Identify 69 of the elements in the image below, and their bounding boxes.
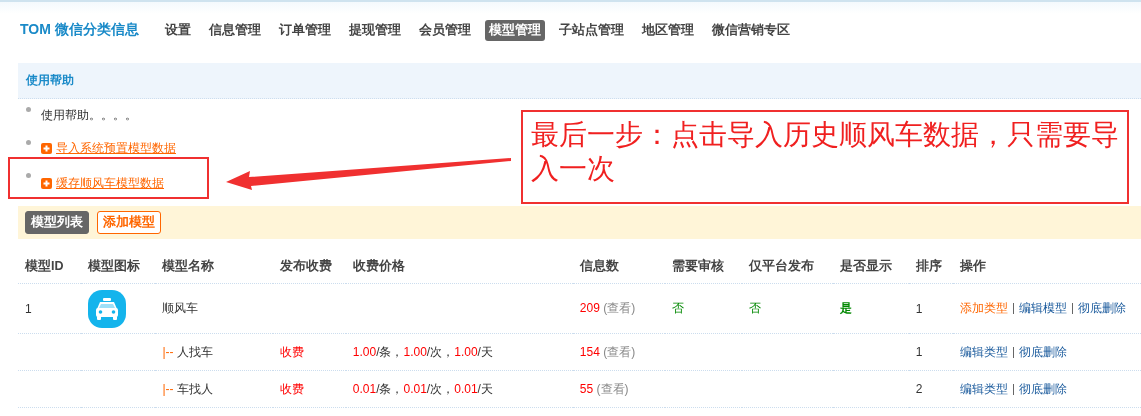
plus-icon: [41, 177, 52, 189]
sort-cell: 2: [915, 382, 923, 396]
view-link[interactable]: (查看): [603, 344, 636, 359]
bullet-icon: [26, 140, 31, 145]
action-link[interactable]: 彻底删除: [1018, 380, 1067, 398]
nav-tab[interactable]: 会员管理: [414, 19, 475, 41]
nav-tab[interactable]: 订单管理: [274, 19, 335, 41]
list-tab[interactable]: 模型列表: [25, 211, 89, 234]
price-unit: /天: [477, 344, 493, 359]
show-cell: 是: [840, 301, 853, 315]
fee-cell: 收费: [279, 381, 304, 396]
sort-cell: 1: [915, 345, 923, 359]
action-link[interactable]: 彻底删除: [1077, 300, 1126, 317]
price-amount: 1.00: [454, 344, 478, 359]
nav-tab[interactable]: 微信营销专区: [707, 19, 794, 41]
count-cell: 55: [579, 381, 594, 396]
platform-cell: 否: [748, 301, 761, 315]
type-name: 车找人: [176, 381, 213, 396]
nav-tab[interactable]: 信息管理: [204, 19, 265, 41]
tree-prefix: |--: [162, 344, 174, 359]
action-link[interactable]: 彻底删除: [1018, 343, 1067, 361]
price-amount: 0.01: [454, 381, 478, 396]
type-name: 人找车: [176, 344, 213, 359]
count-cell: 154: [579, 344, 600, 359]
bullet-icon: [26, 173, 31, 178]
nav-tab[interactable]: 提现管理: [344, 19, 405, 41]
column-header: 是否显示: [833, 249, 909, 284]
column-header: 排序: [908, 249, 953, 284]
column-header: 模型ID: [18, 249, 82, 284]
sort-cell: 1: [915, 301, 923, 316]
price-amount: 1.00: [403, 344, 427, 359]
nav-tab[interactable]: 子站点管理: [554, 19, 628, 41]
fee-cell: 收费: [279, 344, 304, 359]
price-amount: 1.00: [352, 344, 377, 359]
price-unit: /条，: [376, 344, 404, 359]
id-cell: 1: [25, 301, 32, 316]
column-header: 仅平台发布: [741, 249, 834, 284]
price-unit: /天: [477, 381, 493, 396]
action-link[interactable]: 编辑模型: [1018, 300, 1067, 317]
column-header: 需要审核: [665, 249, 742, 284]
annotation-callout: 最后一步：点击导入历史顺风车数据，只需要导入一次: [521, 110, 1129, 204]
app-title: TOM 微信分类信息: [20, 21, 139, 39]
help-text: 使用帮助。。。。: [41, 107, 137, 124]
column-header: 模型图标: [81, 249, 156, 284]
column-header: 信息数: [572, 249, 666, 284]
column-header: 模型名称: [155, 249, 273, 284]
help-panel-header: 使用帮助: [18, 63, 1141, 99]
price-amount: 0.01: [403, 381, 427, 396]
action-link[interactable]: 编辑类型: [959, 343, 1008, 361]
model-name: 顺风车: [162, 301, 199, 315]
view-link[interactable]: (查看): [596, 381, 629, 396]
price-unit: /条，: [376, 381, 404, 396]
nav-tab[interactable]: 模型管理: [484, 19, 545, 41]
column-header: 发布收费: [272, 249, 346, 284]
price-unit: /次，: [426, 344, 455, 359]
review-cell: 否: [672, 301, 685, 315]
taxi-icon: [88, 289, 127, 328]
nav-tab[interactable]: 地区管理: [637, 19, 698, 41]
count-cell: 209: [579, 301, 600, 315]
column-header: 操作: [952, 249, 1141, 284]
tree-prefix: |--: [162, 381, 174, 396]
view-link[interactable]: (查看): [603, 301, 636, 315]
action-link[interactable]: 编辑类型: [959, 380, 1008, 398]
plus-icon: [41, 143, 52, 154]
price-unit: /次，: [426, 381, 455, 396]
nav-tab[interactable]: 设置: [160, 19, 195, 41]
price-amount: 0.01: [352, 381, 377, 396]
bullet-icon: [26, 107, 31, 112]
column-header: 收费价格: [345, 249, 573, 284]
